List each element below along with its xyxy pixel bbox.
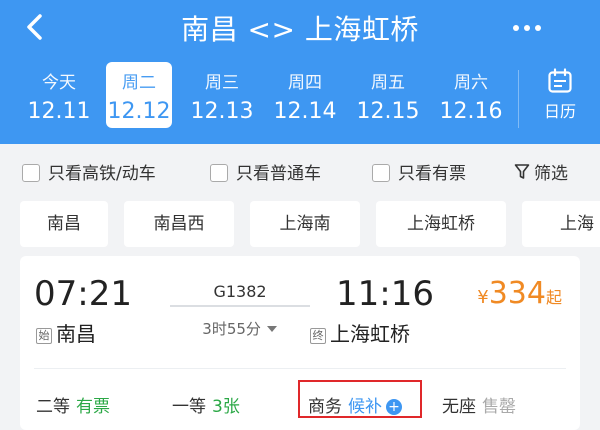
arrival-time: 11:16 bbox=[336, 274, 434, 314]
screen-button[interactable]: 筛选 bbox=[514, 159, 568, 184]
date-weekday: 周二 bbox=[122, 73, 156, 93]
duration-value: 3时55分 bbox=[202, 320, 261, 338]
route-arrow-icon bbox=[170, 305, 310, 307]
date-tab-1214[interactable]: 周四 12.14 bbox=[272, 62, 338, 128]
more-dots-icon[interactable] bbox=[512, 24, 542, 32]
date-tab-1211[interactable]: 今天 12.11 bbox=[26, 62, 92, 128]
departure-station-line: 始南昌 bbox=[36, 318, 96, 347]
station-chip-shanghai[interactable]: 上海 bbox=[522, 201, 600, 247]
departure-time: 07:21 bbox=[34, 274, 132, 314]
train-card[interactable]: 07:21 始南昌 G1382 3时55分 11:16 终上海虹桥 ¥334起 … bbox=[20, 256, 580, 430]
date-value: 12.13 bbox=[190, 99, 254, 124]
plus-icon[interactable]: + bbox=[386, 399, 402, 415]
origin-tag: 始 bbox=[36, 328, 52, 344]
filter-label: 只看高铁/动车 bbox=[48, 164, 156, 184]
seat-business-class[interactable]: 商务 候补 + bbox=[308, 392, 402, 417]
station-chip-nanchang-west[interactable]: 南昌西 bbox=[124, 201, 234, 247]
seat-class: 二等 bbox=[36, 397, 70, 417]
date-value: 12.14 bbox=[273, 99, 337, 124]
calendar-icon bbox=[548, 68, 572, 93]
seat-class: 商务 bbox=[308, 397, 342, 417]
date-weekday: 今天 bbox=[42, 73, 76, 93]
seat-class: 一等 bbox=[172, 397, 206, 417]
checkbox-icon[interactable] bbox=[372, 164, 390, 182]
station-chip-nanchang[interactable]: 南昌 bbox=[20, 201, 108, 247]
departure-station: 南昌 bbox=[56, 322, 96, 346]
date-weekday: 周六 bbox=[454, 73, 488, 93]
route-title: 南昌 <> 上海虹桥 bbox=[181, 13, 419, 46]
calendar-label: 日历 bbox=[543, 102, 576, 121]
filter-high-speed-only[interactable]: 只看高铁/动车 bbox=[22, 159, 156, 184]
seat-second-class[interactable]: 二等 有票 bbox=[36, 392, 110, 417]
station-chips: 南昌 南昌西 上海南 上海虹桥 上海 bbox=[0, 198, 600, 250]
seat-status: 候补 bbox=[348, 397, 382, 417]
price-currency: ¥ bbox=[477, 287, 489, 308]
header-bar: 南昌 <> 上海虹桥 今天 12.11 周二 12.12 周三 12.13 周四… bbox=[0, 0, 600, 144]
filter-available-only[interactable]: 只看有票 bbox=[372, 159, 466, 184]
seat-status: 3张 bbox=[212, 397, 240, 417]
dropdown-arrow-icon bbox=[266, 326, 277, 332]
date-value: 12.16 bbox=[439, 99, 503, 124]
terminus-tag: 终 bbox=[310, 328, 326, 344]
checkbox-icon[interactable] bbox=[210, 164, 228, 182]
duration[interactable]: 3时55分 bbox=[170, 318, 310, 339]
price-value: 334 bbox=[488, 276, 546, 311]
date-weekday: 周三 bbox=[205, 73, 239, 93]
seat-status: 售罄 bbox=[482, 397, 516, 417]
filter-label: 只看有票 bbox=[398, 164, 466, 184]
filter-label: 只看普通车 bbox=[236, 164, 321, 184]
date-tab-1212[interactable]: 周二 12.12 bbox=[106, 62, 172, 128]
arrival-station: 上海虹桥 bbox=[330, 322, 410, 346]
station-chip-shanghai-hongqiao[interactable]: 上海虹桥 bbox=[376, 201, 506, 247]
date-tab-1216[interactable]: 周六 12.16 bbox=[438, 62, 504, 128]
price: ¥334起 bbox=[477, 276, 562, 311]
seat-class: 无座 bbox=[442, 397, 476, 417]
calendar-button[interactable]: 日历 bbox=[530, 66, 590, 126]
train-number: G1382 bbox=[213, 282, 267, 301]
seat-no-seat[interactable]: 无座 售罄 bbox=[442, 392, 516, 417]
checkbox-icon[interactable] bbox=[22, 164, 40, 182]
divider bbox=[34, 368, 566, 369]
filter-bar: 只看高铁/动车 只看普通车 只看有票 筛选 bbox=[0, 144, 600, 194]
date-tab-1213[interactable]: 周三 12.13 bbox=[189, 62, 255, 128]
price-suffix: 起 bbox=[545, 288, 562, 307]
station-chip-shanghai-south[interactable]: 上海南 bbox=[250, 201, 360, 247]
date-value: 12.11 bbox=[27, 99, 91, 124]
date-value: 12.12 bbox=[107, 99, 171, 124]
date-tab-1215[interactable]: 周五 12.15 bbox=[355, 62, 421, 128]
screen-label: 筛选 bbox=[534, 164, 568, 184]
filter-icon bbox=[514, 164, 530, 179]
seat-status: 有票 bbox=[76, 397, 110, 417]
date-weekday: 周四 bbox=[288, 73, 322, 93]
date-weekday: 周五 bbox=[371, 73, 405, 93]
arrival-station-line: 终上海虹桥 bbox=[310, 318, 410, 347]
divider bbox=[518, 70, 519, 128]
filter-regular-only[interactable]: 只看普通车 bbox=[210, 159, 321, 184]
date-value: 12.15 bbox=[356, 99, 420, 124]
seat-first-class[interactable]: 一等 3张 bbox=[172, 392, 240, 417]
